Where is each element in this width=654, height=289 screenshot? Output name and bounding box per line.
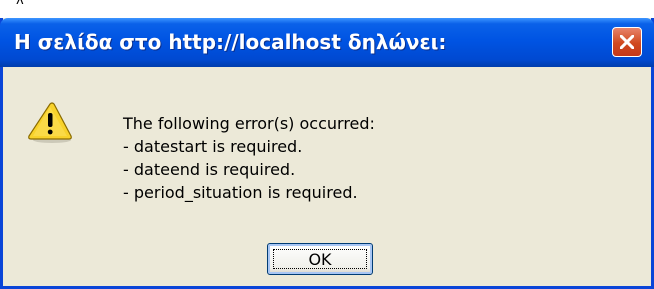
dialog-title: Η σελίδα στο http://localhost δηλώνει:	[14, 30, 447, 54]
error-message: The following error(s) occurred: - dates…	[123, 112, 375, 204]
close-icon	[620, 35, 634, 49]
message-line: - dateend is required.	[123, 160, 296, 179]
focus-ring	[273, 249, 367, 269]
message-line: - datestart is required.	[123, 137, 303, 156]
ok-button[interactable]: OK	[267, 243, 373, 275]
alert-dialog: Η σελίδα στο http://localhost δηλώνει: T…	[0, 18, 654, 289]
message-line: - period_situation is required.	[123, 183, 358, 202]
message-line: The following error(s) occurred:	[123, 114, 375, 133]
warning-icon	[28, 102, 72, 143]
dialog-titlebar[interactable]: Η σελίδα στο http://localhost δηλώνει:	[0, 18, 654, 67]
background-text-fragment: λ	[16, 0, 24, 8]
close-button[interactable]	[612, 27, 642, 57]
